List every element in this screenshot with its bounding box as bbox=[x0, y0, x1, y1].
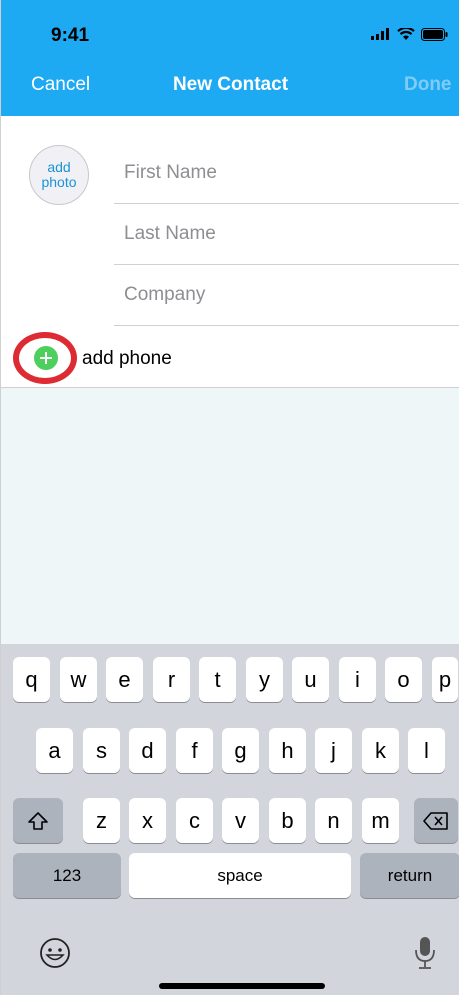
shift-icon bbox=[28, 811, 48, 830]
status-time: 9:41 bbox=[51, 25, 90, 46]
key-v[interactable]: v bbox=[222, 798, 259, 843]
first-name-field bbox=[114, 143, 459, 204]
add-photo-label: add photo bbox=[41, 160, 76, 190]
company-field bbox=[114, 265, 459, 326]
cellular-signal-icon bbox=[371, 28, 389, 40]
key-f[interactable]: f bbox=[176, 728, 213, 773]
home-indicator bbox=[159, 983, 325, 989]
key-z[interactable]: z bbox=[83, 798, 120, 843]
content-background bbox=[1, 388, 459, 644]
page-title: New Contact bbox=[172, 74, 289, 95]
key-x[interactable]: x bbox=[129, 798, 166, 843]
key-l[interactable]: l bbox=[408, 728, 445, 773]
add-phone-label[interactable]: add phone bbox=[82, 348, 172, 370]
backspace-key[interactable] bbox=[414, 798, 458, 843]
key-o[interactable]: o bbox=[385, 657, 422, 702]
key-a[interactable]: a bbox=[36, 728, 73, 773]
key-c[interactable]: c bbox=[176, 798, 213, 843]
first-name-input[interactable] bbox=[124, 162, 459, 184]
last-name-input[interactable] bbox=[124, 223, 459, 245]
key-t[interactable]: t bbox=[199, 657, 236, 702]
key-s[interactable]: s bbox=[83, 728, 120, 773]
key-h[interactable]: h bbox=[269, 728, 306, 773]
key-b[interactable]: b bbox=[269, 798, 306, 843]
last-name-field bbox=[114, 204, 459, 265]
microphone-icon bbox=[415, 937, 435, 969]
wifi-icon bbox=[397, 27, 415, 40]
emoji-button[interactable] bbox=[37, 935, 73, 971]
company-input[interactable] bbox=[124, 284, 459, 306]
shift-key[interactable] bbox=[13, 798, 63, 843]
navigation-header: 9:41 Cancel New Contact Done bbox=[1, 0, 459, 116]
battery-icon bbox=[421, 27, 448, 41]
return-key[interactable]: return bbox=[360, 853, 459, 898]
key-k[interactable]: k bbox=[362, 728, 399, 773]
space-key[interactable]: space bbox=[129, 853, 351, 898]
key-i[interactable]: i bbox=[339, 657, 376, 702]
key-j[interactable]: j bbox=[315, 728, 352, 773]
add-photo-button[interactable]: add photo bbox=[29, 145, 89, 205]
emoji-icon bbox=[40, 938, 70, 968]
status-icons bbox=[371, 24, 448, 44]
add-photo-label-line1: add bbox=[47, 159, 71, 175]
keyboard: q w e r t y u i o p a s d f g h j k l z … bbox=[1, 644, 459, 995]
key-m[interactable]: m bbox=[362, 798, 399, 843]
key-q[interactable]: q bbox=[13, 657, 50, 702]
done-button[interactable]: Done bbox=[404, 74, 459, 96]
add-photo-label-line2: photo bbox=[41, 174, 77, 190]
plus-icon bbox=[40, 352, 52, 364]
key-n[interactable]: n bbox=[315, 798, 352, 843]
key-d[interactable]: d bbox=[129, 728, 166, 773]
key-r[interactable]: r bbox=[153, 657, 190, 702]
dictation-button[interactable] bbox=[407, 934, 443, 972]
key-p[interactable]: p bbox=[432, 657, 458, 702]
key-w[interactable]: w bbox=[60, 657, 97, 702]
key-e[interactable]: e bbox=[106, 657, 143, 702]
key-g[interactable]: g bbox=[222, 728, 259, 773]
numbers-key[interactable]: 123 bbox=[13, 853, 121, 898]
backspace-icon bbox=[423, 811, 448, 830]
key-y[interactable]: y bbox=[246, 657, 283, 702]
key-u[interactable]: u bbox=[292, 657, 329, 702]
add-phone-button[interactable] bbox=[34, 346, 58, 370]
